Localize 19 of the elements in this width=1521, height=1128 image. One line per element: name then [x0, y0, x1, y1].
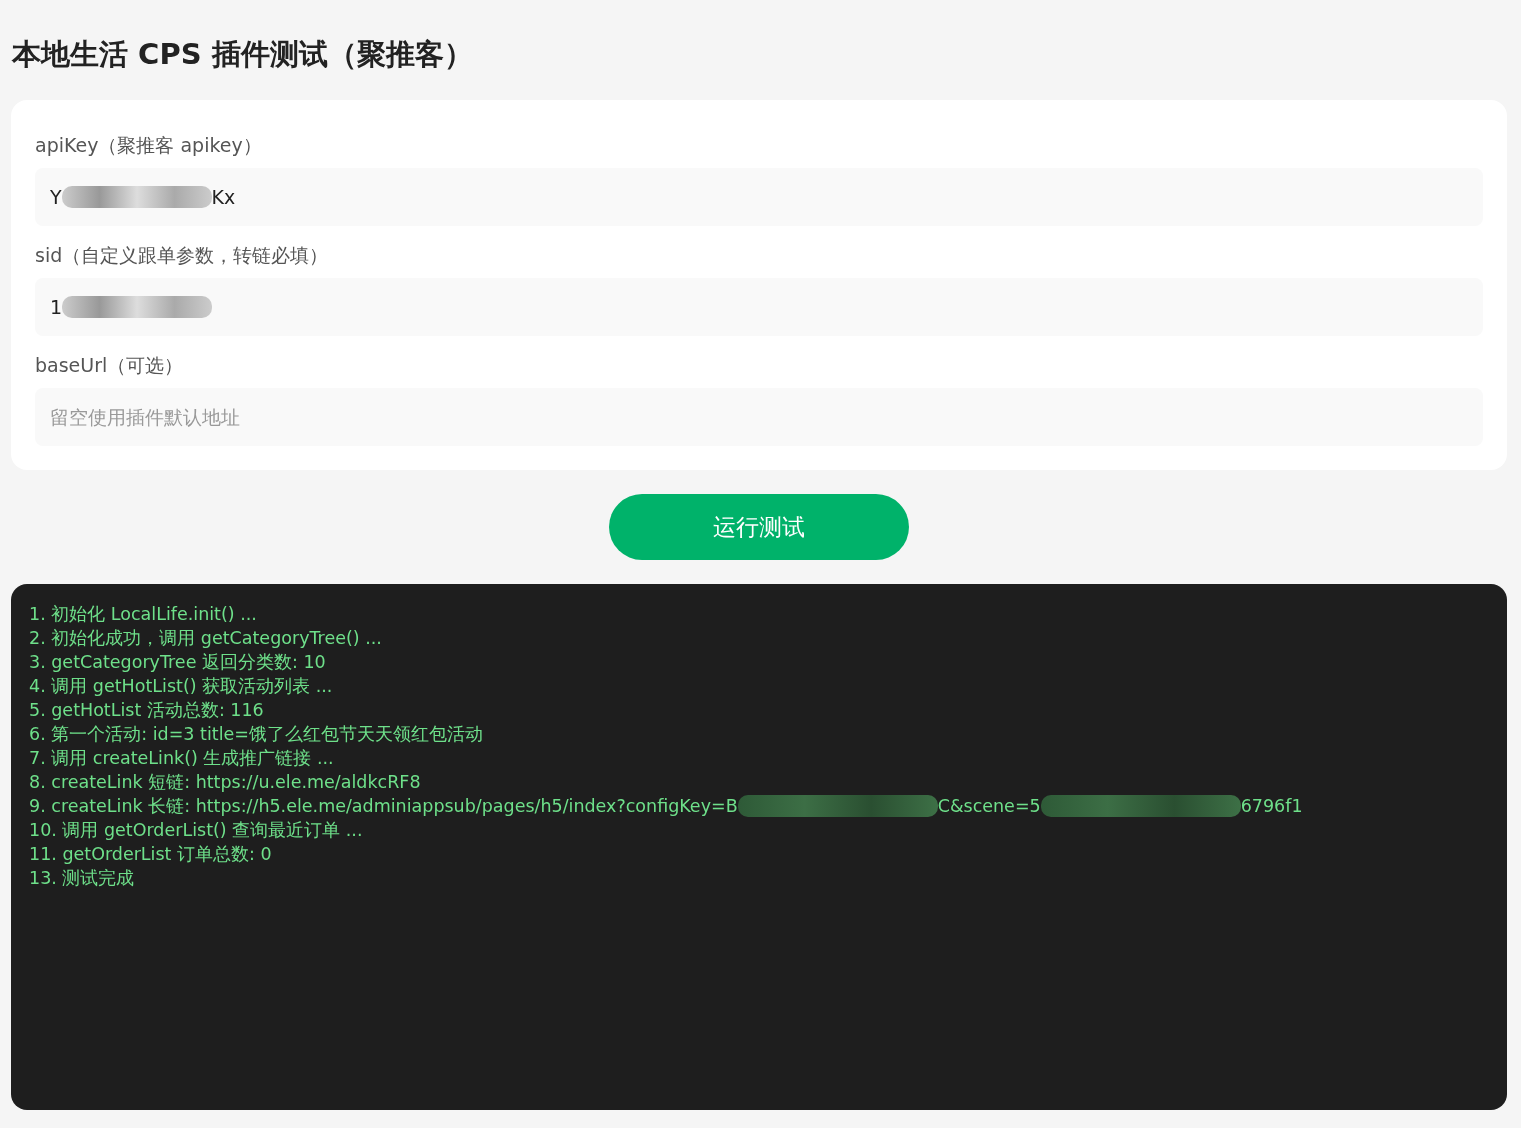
log-line: 1. 初始化 LocalLife.init() ...	[29, 603, 258, 626]
input-field[interactable]: 留空使用插件默认地址	[35, 388, 1483, 446]
log-line: 11. getOrderList 订单总数: 0	[29, 843, 273, 866]
field-label: baseUrl（可选）	[35, 353, 185, 378]
log-line: 8. createLink 短链: https://u.ele.me/aldkcRF8	[29, 771, 422, 794]
log-line: 2. 初始化成功，调用 getCategoryTree() ...	[29, 627, 383, 650]
field-label: sid（自定义跟单参数，转链必填）	[35, 243, 330, 268]
log-line: 13. 测试完成	[29, 867, 136, 890]
page-title: 本地生活 CPS 插件测试（聚推客）	[12, 36, 474, 73]
input-field[interactable]: 1	[35, 278, 1483, 336]
input-field[interactable]: Y Kx	[35, 168, 1483, 226]
log-line: 10. 调用 getOrderList() 查询最近订单 ...	[29, 819, 364, 842]
log-line: 4. 调用 getHotList() 获取活动列表 ...	[29, 675, 334, 698]
log-line: 7. 调用 createLink() 生成推广链接 ...	[29, 747, 335, 770]
log-line: 6. 第一个活动: id=3 title=饿了么红包节天天领红包活动	[29, 723, 484, 746]
log-line: 3. getCategoryTree 返回分类数: 10	[29, 651, 327, 674]
log-line: 5. getHotList 活动总数: 116	[29, 699, 265, 722]
log-line: 9. createLink 长链: https://h5.ele.me/adminiappsub/pages/h5/index?configKey=B C&scene=5 6796f1	[29, 794, 1304, 818]
field-label: apiKey（聚推客 apikey）	[35, 133, 263, 158]
